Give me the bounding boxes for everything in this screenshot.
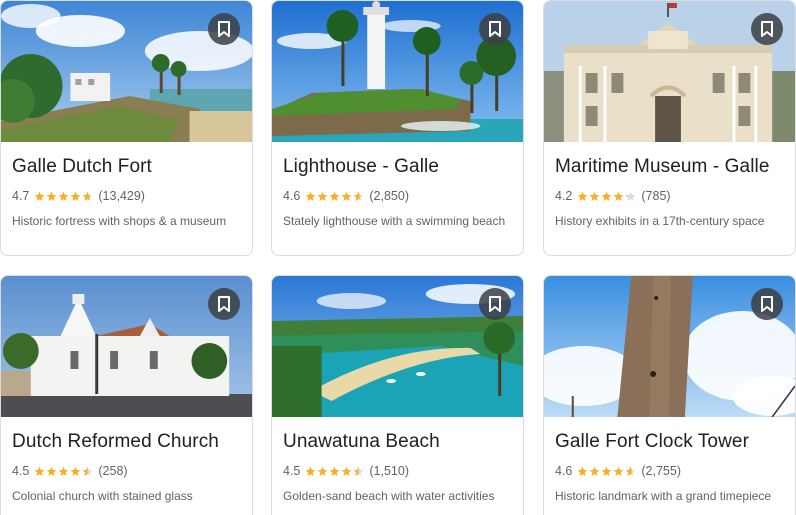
save-button[interactable] (751, 288, 783, 320)
bookmark-icon (761, 296, 773, 312)
star-icon (70, 466, 81, 476)
rating-row: 4.7 (13,429) (12, 189, 145, 203)
place-card-unawatuna-beach[interactable]: Unawatuna Beach 4.5 (1,510) Golden-sand … (271, 275, 524, 515)
rating-row: 4.5 (258) (12, 464, 128, 478)
rating-row: 4.6 (2,755) (555, 464, 681, 478)
rating-value: 4.5 (283, 464, 301, 478)
star-icon (305, 466, 316, 476)
place-description: Colonial church with stained glass (12, 489, 193, 503)
place-card-dutch-reformed-church[interactable]: Dutch Reformed Church 4.5 (258) Colonial… (0, 275, 253, 515)
place-title[interactable]: Unawatuna Beach (283, 431, 440, 453)
bookmark-icon (218, 21, 230, 37)
place-title[interactable]: Galle Dutch Fort (12, 156, 152, 178)
save-button[interactable] (479, 13, 511, 45)
rating-value: 4.5 (12, 464, 30, 478)
star-icon (34, 466, 45, 476)
rating-value: 4.6 (555, 464, 573, 478)
star-icon (317, 466, 328, 476)
review-count: (1,510) (369, 464, 409, 478)
star-icon (82, 466, 93, 476)
place-description: Historic fortress with shops & a museum (12, 214, 227, 228)
star-icon (601, 466, 612, 476)
place-description: History exhibits in a 17th-century space (555, 214, 765, 228)
rating-row: 4.6 (2,850) (283, 189, 409, 203)
star-icon (329, 466, 340, 476)
review-count: (785) (641, 189, 671, 203)
star-icon (625, 466, 636, 476)
bookmark-icon (218, 296, 230, 312)
rating-value: 4.2 (555, 189, 573, 203)
star-icon (353, 191, 364, 201)
star-icon (589, 191, 600, 201)
star-icon (613, 466, 624, 476)
star-icon (317, 191, 328, 201)
star-icon (46, 191, 57, 201)
review-count: (13,429) (98, 189, 145, 203)
star-icon (305, 191, 316, 201)
star-rating (577, 191, 636, 202)
star-icon (34, 191, 45, 201)
bookmark-icon (489, 21, 501, 37)
star-icon (613, 191, 624, 201)
star-icon (577, 466, 588, 476)
place-title[interactable]: Lighthouse - Galle (283, 156, 439, 178)
place-description: Historic landmark with a grand timepiece (555, 489, 772, 503)
place-card-galle-fort-clock-tower[interactable]: Galle Fort Clock Tower 4.6 (2,755) Histo… (543, 275, 796, 515)
review-count: (2,755) (641, 464, 681, 478)
place-description: Stately lighthouse with a swimming beach (283, 214, 506, 228)
star-icon (58, 191, 69, 201)
star-icon (82, 191, 93, 201)
place-card-lighthouse-galle[interactable]: Lighthouse - Galle 4.6 (2,850) Stately l… (271, 0, 524, 256)
star-icon (589, 466, 600, 476)
star-icon (577, 191, 588, 201)
place-card-maritime-museum[interactable]: Maritime Museum - Galle 4.2 (785) Histor… (543, 0, 796, 256)
star-icon (341, 191, 352, 201)
review-count: (258) (98, 464, 128, 478)
star-icon (46, 466, 57, 476)
place-title[interactable]: Galle Fort Clock Tower (555, 431, 749, 453)
rating-row: 4.2 (785) (555, 189, 671, 203)
place-title[interactable]: Dutch Reformed Church (12, 431, 219, 453)
rating-value: 4.7 (12, 189, 30, 203)
rating-row: 4.5 (1,510) (283, 464, 409, 478)
star-rating (305, 466, 364, 477)
star-icon (329, 191, 340, 201)
star-rating (34, 466, 93, 477)
bookmark-icon (761, 21, 773, 37)
star-rating (305, 191, 364, 202)
rating-value: 4.6 (283, 189, 301, 203)
place-card-galle-dutch-fort[interactable]: Galle Dutch Fort 4.7 (13,429) Historic f… (0, 0, 253, 256)
star-rating (577, 466, 636, 477)
save-button[interactable] (479, 288, 511, 320)
star-rating (34, 191, 93, 202)
save-button[interactable] (208, 13, 240, 45)
star-icon (353, 466, 364, 476)
save-button[interactable] (208, 288, 240, 320)
place-title[interactable]: Maritime Museum - Galle (555, 156, 770, 178)
bookmark-icon (489, 296, 501, 312)
star-icon (601, 191, 612, 201)
star-icon (625, 191, 636, 201)
star-icon (341, 466, 352, 476)
place-description: Golden-sand beach with water activities (283, 489, 495, 503)
star-icon (58, 466, 69, 476)
save-button[interactable] (751, 13, 783, 45)
review-count: (2,850) (369, 189, 409, 203)
star-icon (70, 191, 81, 201)
